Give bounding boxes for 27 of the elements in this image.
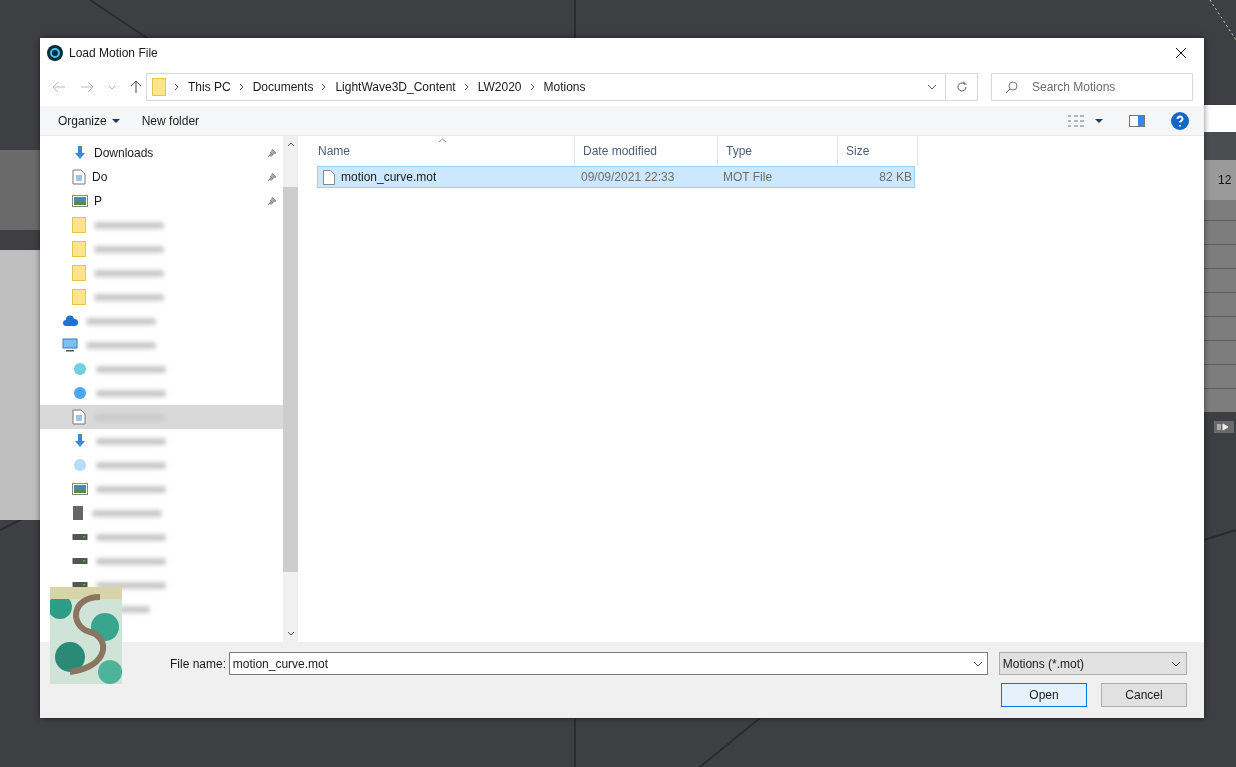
search-field[interactable]: Search Motions [991, 73, 1193, 101]
breadcrumb-item[interactable]: This PC [188, 78, 231, 96]
nav-label: Downloads [94, 145, 154, 162]
breadcrumb-item[interactable]: Motions [543, 78, 586, 96]
nav-item[interactable]: Do [40, 165, 283, 189]
cancel-button[interactable]: Cancel [1101, 683, 1187, 707]
nav-label: P [94, 193, 102, 210]
nav-item[interactable]: Downloads [40, 141, 283, 165]
file-row[interactable]: motion_curve.mot 09/09/2021 22:33 MOT File 82 KB [317, 166, 915, 188]
file-type-dropdown[interactable]: Motions (*.mot) [998, 652, 1187, 675]
file-name-label: File name: [170, 655, 228, 673]
date-modified: 09/09/2021 22:33 [580, 169, 676, 186]
breadcrumb-item[interactable]: Documents [252, 78, 314, 96]
window-title: Load Motion File [69, 45, 158, 62]
nav-label: Do [92, 169, 108, 186]
breadcrumb-item[interactable]: LW2020 [477, 78, 522, 96]
address-bar[interactable]: This PC Documents LightWave3D_Content LW2020 Motions [146, 73, 946, 101]
file-name: motion_curve.mot [341, 169, 437, 186]
organize-button[interactable]: Organize [52, 111, 126, 130]
file-type: MOT File [722, 169, 774, 186]
open-button[interactable]: Open [1001, 683, 1087, 707]
file-size: 82 KB [878, 169, 912, 186]
file-name-field[interactable]: motion_curve.mot [228, 652, 988, 675]
ruler-label: 12 [1218, 172, 1232, 189]
breadcrumb-item[interactable]: LightWave3D_Content [335, 78, 456, 96]
nav-item[interactable]: P [40, 189, 283, 213]
new-folder-button[interactable]: New folder [141, 111, 200, 130]
